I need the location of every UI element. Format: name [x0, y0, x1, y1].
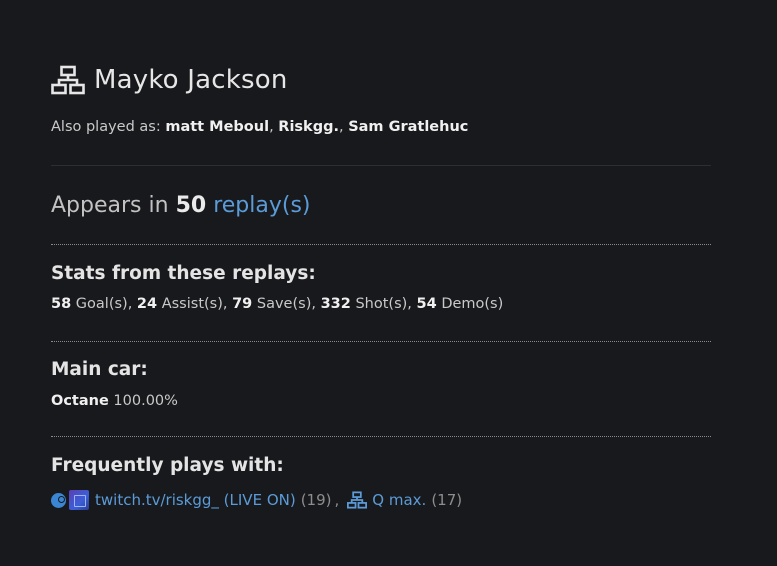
- player-name: Mayko Jackson: [94, 65, 288, 95]
- stats-title: Stats from these replays:: [51, 263, 316, 284]
- main-car-value: Octane 100.00%: [51, 393, 178, 409]
- frequent-title: Frequently plays with:: [51, 455, 284, 476]
- replay-count-prefix: Appears in: [51, 193, 169, 218]
- replay-count-value: 50: [175, 193, 207, 218]
- page-title: Mayko Jackson: [51, 62, 288, 98]
- divider: [51, 165, 711, 166]
- avatar: [69, 490, 89, 510]
- alias-name: matt Meboul: [165, 119, 270, 135]
- network-icon: [51, 65, 85, 95]
- alias-name: Sam Gratlehuc: [348, 119, 469, 135]
- stat-label: Shot(s): [355, 296, 408, 312]
- aliases-label: Also played as:: [51, 119, 161, 135]
- divider: [51, 341, 711, 342]
- stat-value: 54: [416, 296, 437, 312]
- car-percent: 100.00%: [113, 393, 178, 409]
- frequent-players-list: twitch.tv/riskgg_ (LIVE ON) (19) , Q max…: [51, 488, 462, 512]
- stat-label: Assist(s): [161, 296, 223, 312]
- steam-icon: [51, 492, 66, 508]
- main-car-title: Main car:: [51, 359, 148, 380]
- stat-label: Save(s): [256, 296, 312, 312]
- alias-name: Riskgg.: [278, 119, 339, 135]
- player-link[interactable]: Q max.: [372, 491, 426, 509]
- games-together-count: (19): [300, 491, 332, 509]
- stat-value: 79: [232, 296, 253, 312]
- games-together-count: (17): [431, 491, 463, 509]
- network-icon: [347, 491, 368, 509]
- aliases: Also played as: matt Meboul, Riskgg., Sa…: [51, 119, 469, 135]
- divider: [51, 244, 711, 245]
- stat-label: Goal(s): [75, 296, 128, 312]
- player-link[interactable]: twitch.tv/riskgg_ (LIVE ON): [95, 491, 296, 509]
- divider: [51, 436, 711, 437]
- stats-list: 58 Goal(s), 24 Assist(s), 79 Save(s), 33…: [51, 296, 504, 312]
- car-name: Octane: [51, 393, 109, 409]
- stat-value: 24: [136, 296, 158, 312]
- stat-value: 58: [51, 296, 72, 312]
- stat-value: 332: [320, 296, 351, 312]
- replays-link[interactable]: replay(s): [213, 193, 310, 218]
- replay-count: Appears in 50 replay(s): [51, 193, 311, 218]
- stat-label: Demo(s): [441, 296, 504, 312]
